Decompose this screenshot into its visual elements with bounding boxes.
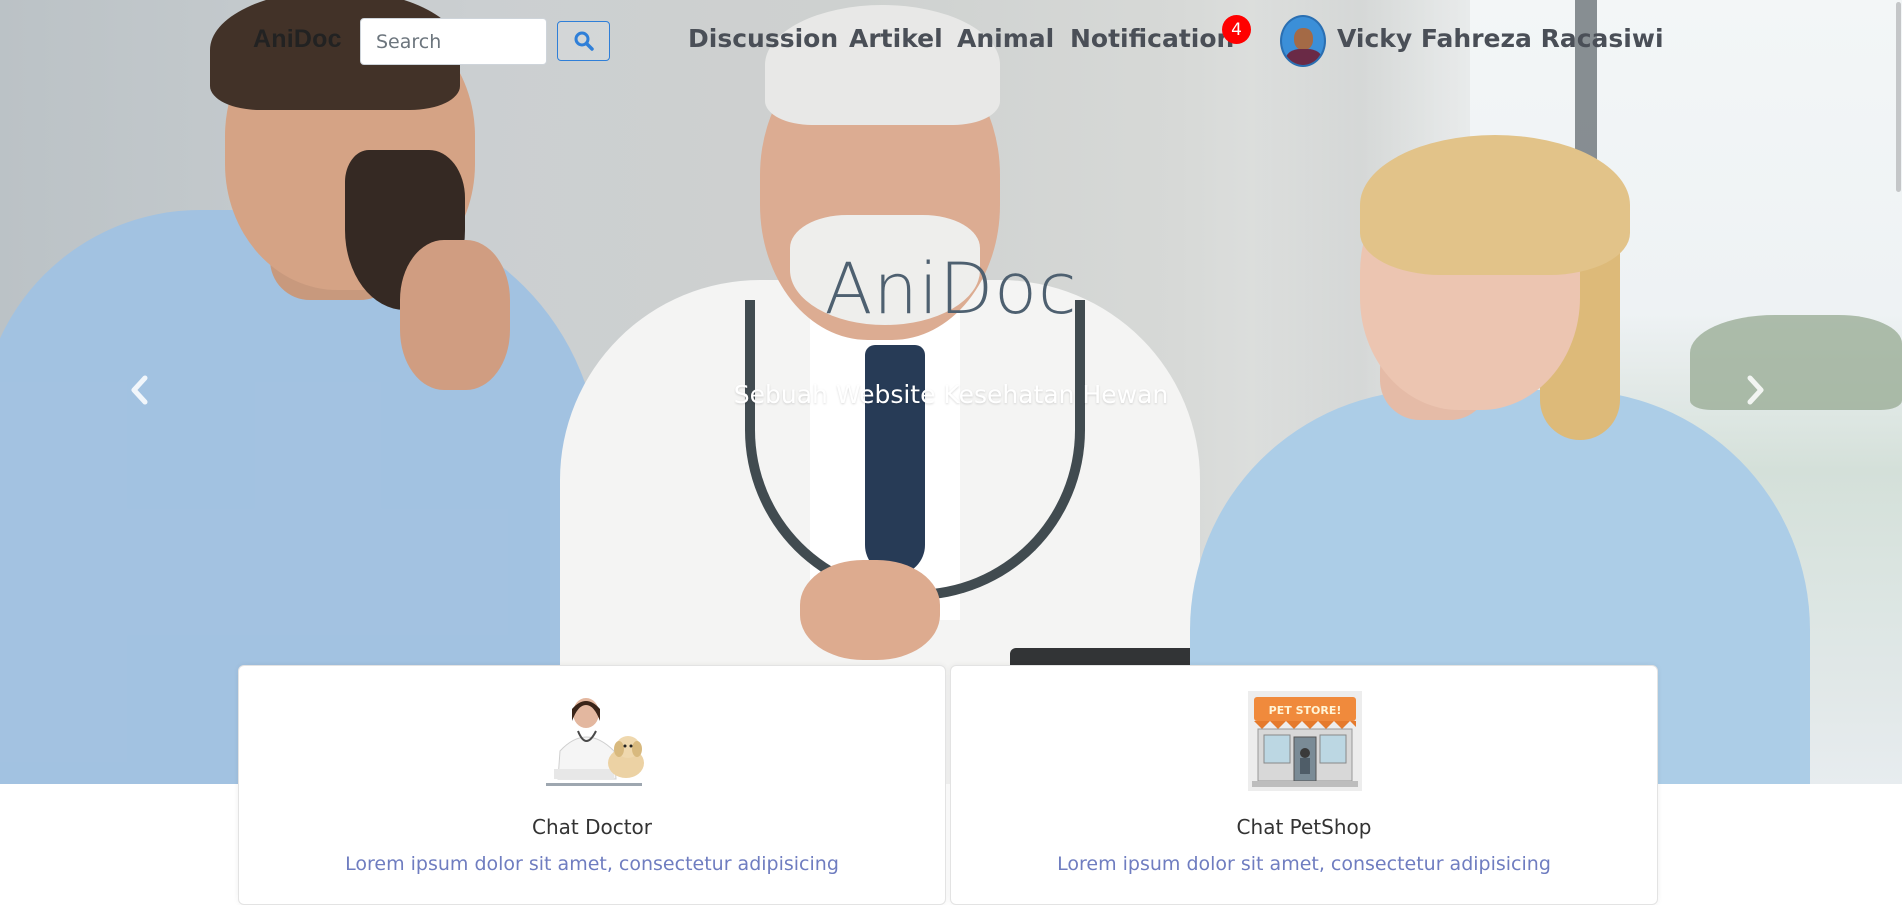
card-title: Chat Doctor (531, 815, 653, 839)
card-chat-petshop[interactable]: PET STORE! Chat PetShop Lorem ipsum dolo… (950, 665, 1658, 905)
avatar-body (1286, 49, 1322, 65)
hero-subtitle: Sebuah Website Kesehatan Hewan (733, 380, 1169, 409)
brand-logo[interactable]: AniDoc (253, 25, 342, 54)
avatar[interactable] (1280, 15, 1326, 67)
doctor-with-dog-image (536, 691, 650, 791)
notification-badge: 4 (1222, 15, 1251, 44)
pet-store-sign: PET STORE! (1269, 704, 1342, 717)
page-scrollbar[interactable] (1895, 0, 1902, 886)
carousel-next-button[interactable] (1735, 370, 1775, 410)
search-input[interactable] (360, 18, 547, 65)
card-text: Lorem ipsum dolor sit amet, consectetur … (1057, 853, 1551, 875)
card-text: Lorem ipsum dolor sit amet, consectetur … (345, 853, 839, 875)
search-button[interactable] (557, 21, 610, 61)
carousel-prev-button[interactable] (120, 370, 160, 410)
navbar: AniDoc Discussion Artikel Animal Notific… (0, 0, 1902, 82)
nav-link-artikel[interactable]: Artikel (849, 24, 943, 53)
scrollbar-thumb[interactable] (1896, 2, 1901, 192)
chevron-right-icon (1747, 375, 1764, 405)
card-chat-doctor[interactable]: Chat Doctor Lorem ipsum dolor sit amet, … (238, 665, 946, 905)
user-name-link[interactable]: Vicky Fahreza Racasiwi (1337, 24, 1664, 53)
nav-link-notification[interactable]: Notification (1070, 24, 1234, 53)
avatar-face (1294, 28, 1313, 50)
nav-link-discussion[interactable]: Discussion (688, 24, 838, 53)
search-icon (574, 31, 594, 51)
hero-title: AniDoc (824, 248, 1078, 330)
pet-store-image: PET STORE! (1248, 691, 1362, 791)
nav-link-animal[interactable]: Animal (957, 24, 1054, 53)
chevron-left-icon (131, 375, 148, 405)
card-title: Chat PetShop (1236, 815, 1372, 839)
